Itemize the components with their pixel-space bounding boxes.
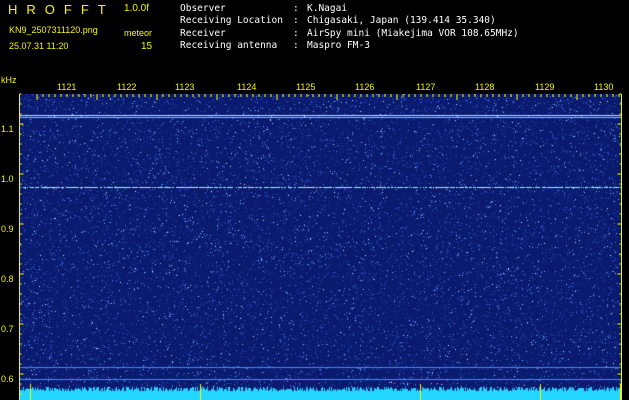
info-row-antenna: Receiving antenna: Maspro FM-3 (180, 39, 370, 51)
meteor-label: meteor (124, 28, 153, 38)
datetime: 25.07.31 11:20 (9, 41, 69, 51)
info-row-observer: Observer: K.Nagai (180, 3, 348, 14)
app-title: HROFFT (8, 2, 115, 17)
axis-overlay (19, 93, 622, 400)
info-key: Receiving antenna (180, 39, 278, 51)
info-value: AirSpy mini (Miakejima VOR 108.65MHz) (307, 27, 519, 39)
x-axis-ticks (36, 94, 620, 100)
info-row-location: Receiving Location: Chigasaki, Japan (139… (180, 15, 496, 27)
y-axis-ticks (19, 93, 622, 395)
file-name: KN9_2507311120.png (9, 25, 98, 35)
info-row-receiver: Receiver: AirSpy mini (Miakejima VOR 108.… (180, 27, 519, 39)
info-key: Receiving Location (180, 15, 283, 27)
info-value: K.Nagai (307, 3, 348, 14)
info-key: Receiver (180, 27, 226, 39)
info-key: Observer (180, 3, 226, 14)
info-value: Chigasaki, Japan (139.414 35.340) (307, 15, 496, 27)
meteor-count: 15 (141, 41, 153, 52)
app-version: 1.0.0f (124, 3, 150, 14)
header-panel: HROFFT 1.0.0f KN9_2507311120.png meteor … (0, 0, 629, 80)
observation-info: Observer: K.Nagai Receiving Location: Chig… (180, 3, 519, 52)
info-value: Maspro FM-3 (307, 39, 370, 51)
